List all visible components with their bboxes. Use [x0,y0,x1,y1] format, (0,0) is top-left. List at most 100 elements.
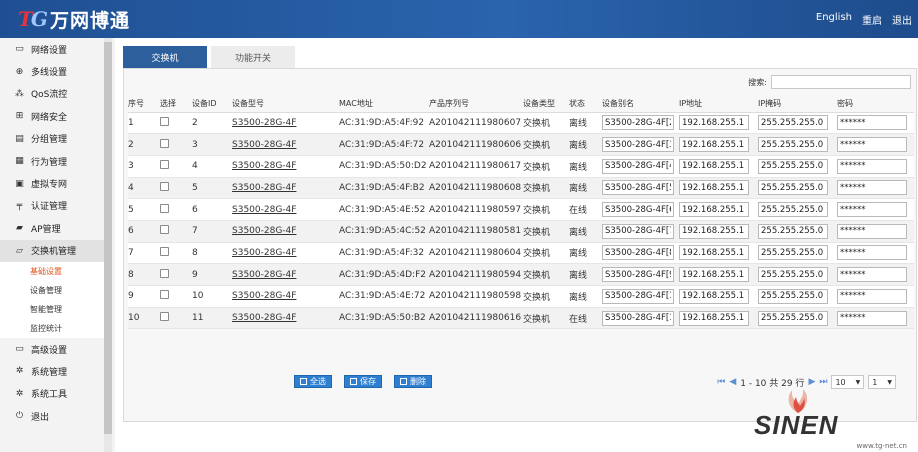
ip-input[interactable] [679,180,749,196]
mask-input[interactable] [758,202,828,218]
password-input[interactable] [837,158,907,174]
ip-input[interactable] [679,245,749,261]
tab-bar: 交换机 功能开关 [123,46,299,68]
password-input[interactable] [837,267,907,283]
mask-input[interactable] [758,310,828,326]
sidebar-item-qos[interactable]: ⁂ QoS流控 [0,83,104,105]
row-checkbox[interactable] [160,160,169,170]
ip-input[interactable] [679,310,749,326]
sidebar-item-multiline[interactable]: ⊕ 多线设置 [0,60,104,82]
sidebar-item-advanced[interactable]: ▭ 高级设置 [0,338,104,360]
delete-button[interactable]: 删除 [394,375,432,388]
mask-input[interactable] [758,223,828,239]
sidebar-item-vpn[interactable]: ▣ 虚拟专网 [0,172,104,194]
device-model-cell: S3500-28G-4F [232,177,339,200]
search-input[interactable] [771,75,911,89]
alias-input[interactable] [602,223,674,239]
ip-input[interactable] [679,267,749,283]
submenu-smart-management[interactable]: 智能管理 [0,300,104,319]
ip-cell [679,133,758,156]
save-button[interactable]: 保存 [344,375,382,388]
device-model-cell: S3500-28G-4F [232,242,339,265]
device-model-link[interactable]: S3500-28G-4F [232,291,296,301]
device-model-link[interactable]: S3500-28G-4F [232,313,296,323]
submenu-device-management[interactable]: 设备管理 [0,281,104,300]
ip-input[interactable] [679,223,749,239]
device-model-link[interactable]: S3500-28G-4F [232,248,296,258]
alias-input[interactable] [602,288,674,304]
mask-input[interactable] [758,137,828,153]
row-checkbox[interactable] [160,225,169,235]
password-input[interactable] [837,115,907,131]
password-input[interactable] [837,223,907,239]
row-checkbox[interactable] [160,290,169,300]
tab-function-switch[interactable]: 功能开关 [211,46,295,68]
row-checkbox[interactable] [160,181,169,191]
table-row: 8 9 S3500-28G-4F AC:31:9D:A5:4D:F2 A20104211… [128,263,914,286]
sidebar-item-group[interactable]: ▤ 分组管理 [0,128,104,150]
chevron-down-icon: ▼ [855,378,861,386]
sidebar-item-behavior[interactable]: ▦ 行为管理 [0,150,104,172]
serial-number: A201042111980608 [429,177,523,200]
row-checkbox[interactable] [160,246,169,256]
ip-input[interactable] [679,202,749,218]
device-model-link[interactable]: S3500-28G-4F [232,118,296,128]
password-input[interactable] [837,245,907,261]
device-model-link[interactable]: S3500-28G-4F [232,226,296,236]
reboot-link[interactable]: 重启 [862,12,882,27]
mask-input[interactable] [758,158,828,174]
mask-input[interactable] [758,180,828,196]
row-checkbox[interactable] [160,312,169,322]
sidebar-item-switch[interactable]: ▱ 交换机管理 [0,239,104,262]
select-all-button[interactable]: 全选 [294,375,332,388]
mask-input[interactable] [758,115,828,131]
password-input[interactable] [837,310,907,326]
sidebar-scrollbar[interactable] [104,38,112,452]
row-checkbox[interactable] [160,203,169,213]
sidebar-item-exit[interactable]: ⏻ 退出 [0,405,104,427]
device-model-link[interactable]: S3500-28G-4F [232,161,296,171]
ip-input[interactable] [679,288,749,304]
password-input[interactable] [837,288,907,304]
ip-input[interactable] [679,115,749,131]
first-page-icon[interactable]: ⏮ [717,377,725,387]
alias-input[interactable] [602,245,674,261]
sidebar-item-system[interactable]: ✲ 系统管理 [0,360,104,382]
submenu-basic-settings[interactable]: 基础设置 [0,262,104,281]
sidebar-item-network[interactable]: ▭ 网络设置 [0,38,104,60]
sidebar-item-auth[interactable]: ╤ 认证管理 [0,195,104,217]
mask-input[interactable] [758,245,828,261]
device-model-link[interactable]: S3500-28G-4F [232,205,296,215]
prev-page-icon[interactable]: ◀ [729,377,736,387]
alias-input[interactable] [602,180,674,196]
sidebar-item-security[interactable]: ⊞ 网络安全 [0,105,104,127]
mask-input[interactable] [758,267,828,283]
device-model-link[interactable]: S3500-28G-4F [232,140,296,150]
password-cell [837,133,914,156]
alias-input[interactable] [602,267,674,283]
row-checkbox[interactable] [160,268,169,278]
scrollbar-thumb[interactable] [104,42,112,434]
logout-link[interactable]: 退出 [892,12,912,27]
device-model-link[interactable]: S3500-28G-4F [232,183,296,193]
ip-input[interactable] [679,137,749,153]
password-input[interactable] [837,202,907,218]
password-input[interactable] [837,137,907,153]
table-row: 7 8 S3500-28G-4F AC:31:9D:A5:4F:32 A20104211… [128,242,914,265]
row-checkbox[interactable] [160,138,169,148]
mask-input[interactable] [758,288,828,304]
submenu-monitoring[interactable]: 监控统计 [0,319,104,338]
alias-input[interactable] [602,158,674,174]
alias-input[interactable] [602,137,674,153]
ip-input[interactable] [679,158,749,174]
alias-input[interactable] [602,115,674,131]
english-link[interactable]: English [816,12,852,27]
device-model-link[interactable]: S3500-28G-4F [232,270,296,280]
password-input[interactable] [837,180,907,196]
sidebar-item-ap[interactable]: ▰ AP管理 [0,217,104,239]
alias-input[interactable] [602,202,674,218]
row-checkbox[interactable] [160,116,169,126]
tab-switch[interactable]: 交换机 [123,46,207,68]
sidebar-item-tools[interactable]: ✲ 系统工具 [0,383,104,405]
alias-input[interactable] [602,310,674,326]
